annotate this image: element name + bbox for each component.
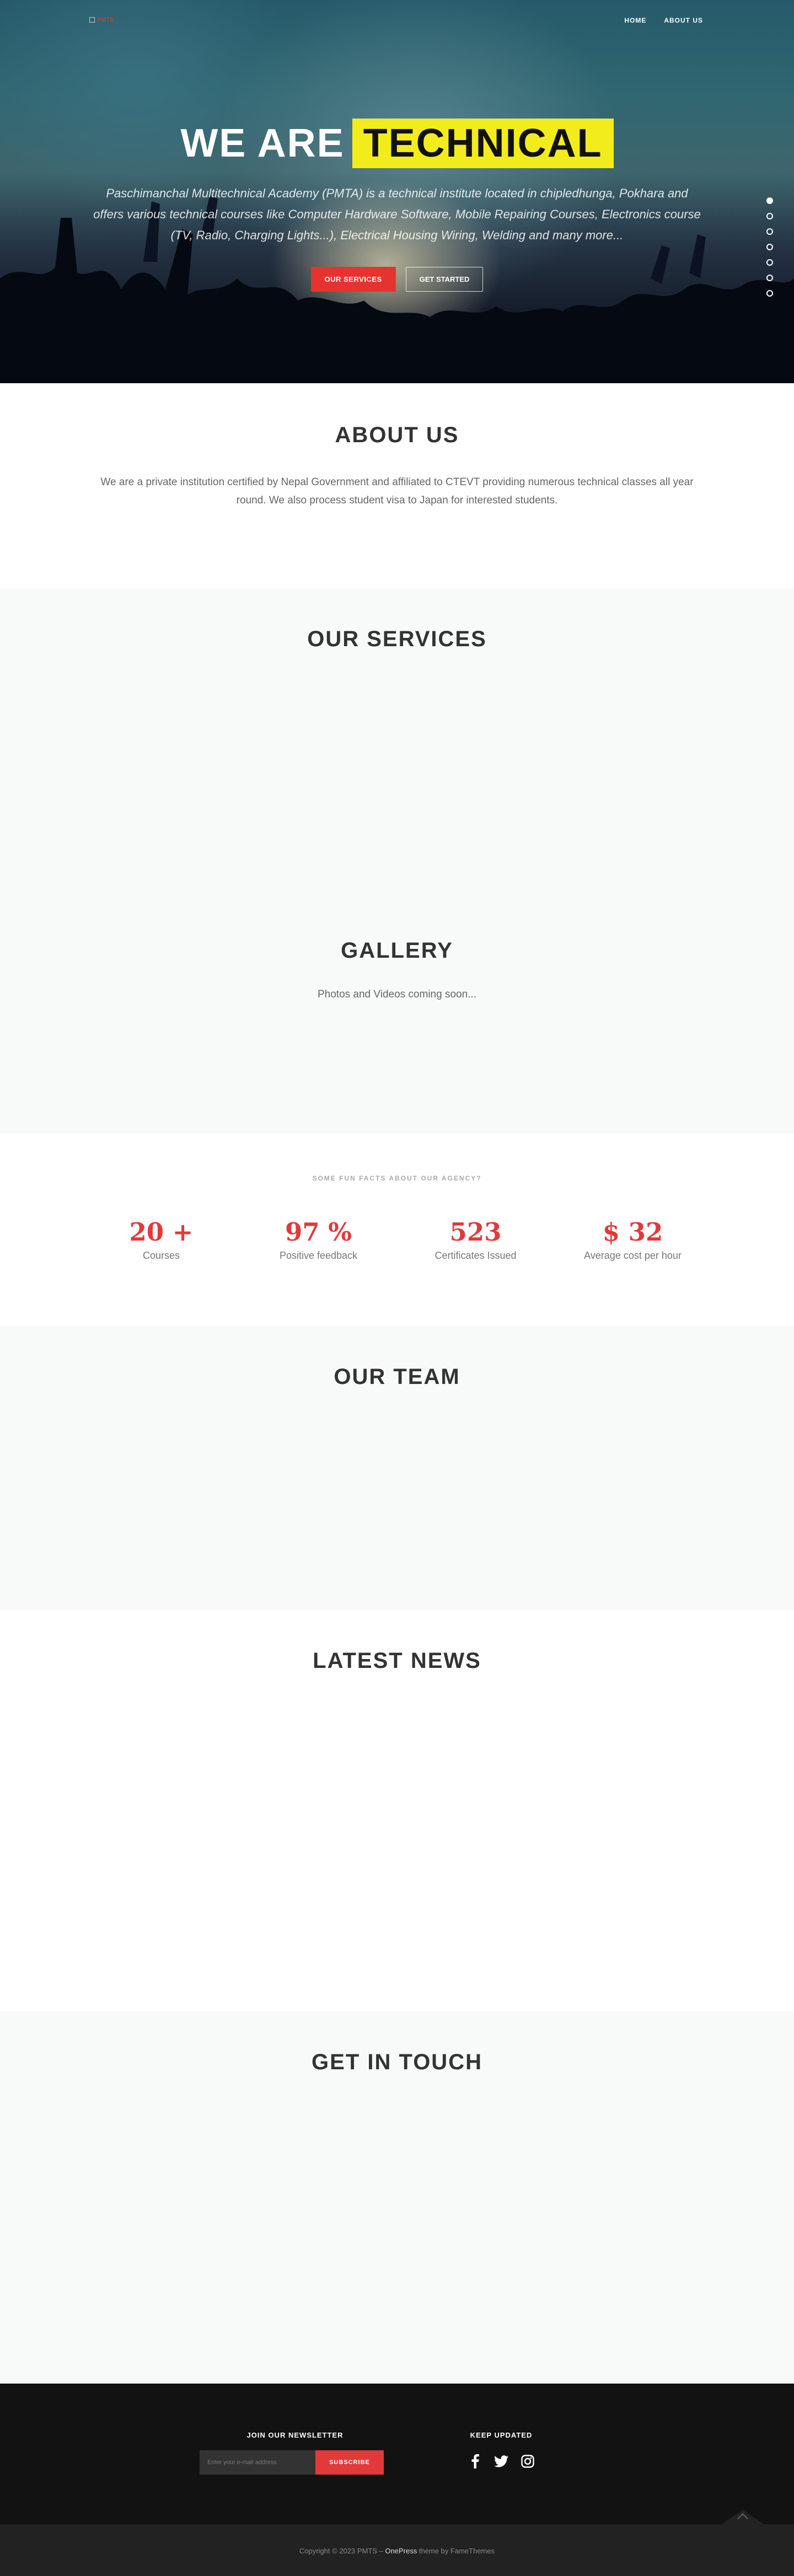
facts-row: 20 + Courses 97 % Positive feedback 523 … — [83, 1217, 711, 1262]
fact-item: 97 % Positive feedback — [240, 1217, 397, 1262]
fact-number: 523 — [449, 1217, 502, 1247]
about-title: ABOUT US — [335, 423, 459, 447]
back-to-top-button[interactable] — [722, 2510, 764, 2524]
fact-label: Average cost per hour — [584, 1250, 682, 1261]
facts-subtitle: Some fun facts about our agency? — [312, 1174, 482, 1182]
about-section: ABOUT US We are a private institution ce… — [0, 383, 794, 588]
newsletter-block: Join our Newsletter Subscribe — [200, 2431, 390, 2475]
hero-title: WE ARE TECHNICAL — [0, 119, 794, 168]
contact-section: GET IN TOUCH — [0, 2011, 794, 2384]
email-input[interactable] — [200, 2450, 315, 2475]
fact-item: 523 Certificates Issued — [397, 1217, 554, 1262]
newsletter-title: Join our Newsletter — [246, 2431, 344, 2439]
slide-dot[interactable] — [766, 228, 773, 235]
hero-description: Paschimanchal Multitechnical Academy (PM… — [93, 186, 701, 242]
news-title: LATEST NEWS — [313, 1649, 481, 1673]
facts-section: Some fun facts about our agency? 20 + Co… — [0, 1133, 794, 1326]
hero-title-highlight: TECHNICAL — [352, 119, 614, 168]
fact-item: $ 32 Average cost per hour — [554, 1217, 711, 1262]
logo-alt-text: PMTS — [97, 17, 114, 23]
hero-buttons: Our Services Get Started — [0, 267, 794, 292]
gallery-text: Photos and Videos coming soon... — [317, 989, 476, 1000]
keep-updated-title: Keep Updated — [470, 2431, 533, 2439]
fact-label: Courses — [142, 1250, 180, 1261]
broken-image-icon — [89, 17, 95, 23]
site-logo[interactable]: PMTS — [89, 17, 122, 29]
copyright-bar: Copyright © 2023 PMTS – OnePress theme b… — [0, 2510, 794, 2576]
chevron-up-icon — [737, 2513, 748, 2524]
copyright-prefix: Copyright © 2023 PMTS – — [299, 2547, 385, 2555]
subscribe-button[interactable]: Subscribe — [315, 2450, 384, 2475]
main-nav: Home About Us — [624, 17, 703, 24]
slide-dot[interactable] — [766, 275, 773, 281]
team-section: OUR TEAM — [0, 1326, 794, 1610]
slide-dot[interactable] — [766, 290, 773, 297]
facebook-icon[interactable] — [468, 2454, 482, 2469]
nav-home[interactable]: Home — [624, 17, 646, 24]
fact-number: $ 32 — [602, 1217, 663, 1247]
nav-about-us[interactable]: About Us — [664, 17, 703, 24]
newsletter-form: Subscribe — [200, 2450, 390, 2475]
slide-dot[interactable] — [766, 213, 773, 219]
about-text: We are a private institution certified b… — [100, 476, 694, 506]
fact-number: 97 % — [285, 1217, 352, 1247]
fact-label: Certificates Issued — [434, 1250, 517, 1261]
services-section: OUR SERVICES — [0, 588, 794, 922]
slide-dots — [766, 197, 773, 297]
contact-title: GET IN TOUCH — [312, 2050, 482, 2074]
news-section: LATEST NEWS — [0, 1610, 794, 2011]
team-title: OUR TEAM — [334, 1365, 460, 1389]
fact-label: Positive feedback — [279, 1250, 358, 1261]
our-services-button[interactable]: Our Services — [310, 267, 396, 292]
get-started-button[interactable]: Get Started — [405, 267, 484, 292]
theme-link[interactable]: OnePress — [385, 2547, 417, 2555]
gallery-title: GALLERY — [341, 938, 453, 963]
copyright-suffix: theme by FameThemes — [417, 2547, 495, 2555]
twitter-icon[interactable] — [494, 2454, 508, 2469]
footer: Join our Newsletter Subscribe Keep Updat… — [0, 2384, 794, 2524]
keep-updated-block: Keep Updated — [468, 2431, 534, 2469]
services-title: OUR SERVICES — [307, 627, 487, 651]
social-links — [468, 2454, 534, 2469]
slide-dot[interactable] — [766, 244, 773, 250]
hero-title-prefix: WE ARE — [180, 121, 345, 165]
gallery-section: GALLERY Photos and Videos coming soon... — [0, 922, 794, 1133]
fact-number: 20 + — [129, 1217, 194, 1247]
instagram-icon[interactable] — [521, 2454, 534, 2469]
fact-item: 20 + Courses — [83, 1217, 240, 1262]
slide-dot[interactable] — [766, 197, 773, 204]
slide-dot[interactable] — [766, 259, 773, 266]
hero-section: PMTS Home About Us WE ARE TECHNICAL Pasch… — [0, 0, 794, 383]
